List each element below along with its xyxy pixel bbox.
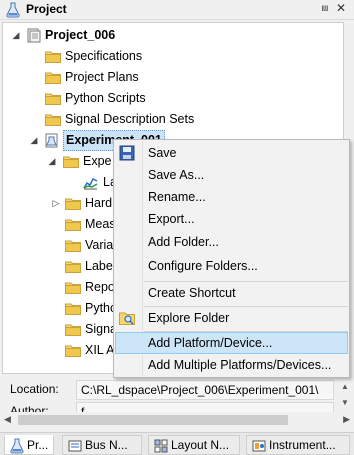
properties-scrollbar[interactable]: ▲ ▼ [338, 378, 352, 412]
tab-label: Layout N... [171, 438, 230, 452]
tab-instrument-selector[interactable]: Instrument... [246, 435, 350, 455]
folder-icon [45, 93, 61, 105]
horizontal-scrollbar[interactable]: ◀ ▶ [2, 412, 352, 428]
tree-item-label: Labe [85, 259, 113, 273]
tree-item-label: Signal Description Sets [65, 112, 195, 126]
project-document-icon [27, 28, 41, 43]
menu-item-label: Export... [148, 212, 195, 226]
menu-item-create-shortcut[interactable]: Create Shortcut [115, 282, 348, 304]
tree-item-label: Hard [85, 196, 113, 210]
tab-label: Pr... [27, 438, 49, 452]
tree-item-label: Repo [85, 280, 115, 294]
menu-item-label: Explore Folder [148, 311, 230, 325]
folder-icon [65, 324, 81, 336]
menu-item-label: Configure Folders... [148, 259, 258, 273]
scroll-left-icon[interactable]: ◀ [4, 414, 11, 425]
author-field[interactable]: f [76, 402, 334, 412]
folder-icon [45, 72, 61, 84]
menu-item-label: Add Multiple Platforms/Devices... [148, 358, 332, 372]
menu-item-label: Save [148, 146, 177, 160]
menu-item-explore-folder[interactable]: Explore Folder [115, 307, 348, 329]
location-label: Location: [10, 382, 59, 396]
menu-item-save[interactable]: Save [115, 142, 348, 164]
menu-item-rename[interactable]: Rename... [115, 186, 348, 208]
tree-item-label: Varia [85, 238, 114, 252]
bus-navigator-icon [68, 440, 82, 452]
menu-item-export[interactable]: Export... [115, 208, 348, 230]
menu-item-add-multiple-platforms-devices[interactable]: Add Multiple Platforms/Devices... [115, 354, 348, 376]
scroll-up-icon[interactable]: ▲ [341, 382, 349, 391]
tab-label: Instrument... [269, 438, 336, 452]
folder-icon [65, 282, 81, 294]
menu-item-add-platform-device[interactable]: Add Platform/Device... [115, 332, 348, 354]
menu-item-label: Rename... [148, 190, 206, 204]
tree-item-label: Expe [83, 154, 112, 168]
expand-arrow-icon[interactable]: ▷ [51, 193, 61, 214]
close-icon[interactable]: ✕ [336, 1, 346, 15]
folder-icon [65, 240, 81, 252]
folder-icon [45, 114, 61, 126]
tree-item-label: Specifications [65, 49, 143, 63]
menu-item-label: Save As... [148, 168, 205, 182]
folder-icon [45, 51, 61, 63]
project-flask-icon [10, 438, 24, 454]
scroll-down-icon[interactable]: ▼ [341, 398, 349, 407]
scrollbar-thumb[interactable] [18, 415, 288, 425]
menu-item-save-as[interactable]: Save As... [115, 164, 348, 186]
folder-icon [65, 303, 81, 315]
panel-tab-strip: Pr... Bus N... Layout N... Instrument... [0, 432, 354, 455]
scroll-right-icon[interactable]: ▶ [343, 414, 350, 425]
explore-folder-icon [119, 312, 135, 325]
folder-icon [65, 219, 81, 231]
panel-title: Project [26, 2, 67, 16]
project-flask-icon [6, 2, 20, 18]
experiment-icon [45, 133, 58, 148]
tree-item-label: Python Scripts [65, 91, 146, 105]
layout-navigator-icon [154, 439, 168, 453]
layout-chart-icon [83, 177, 98, 190]
tree-root-label: Project_006 [45, 28, 116, 42]
tab-project[interactable]: Pr... [4, 435, 54, 455]
tree-root-node[interactable]: ◢ Project_006 [3, 25, 343, 46]
location-field[interactable]: C:\RL_dspace\Project_006\Experiment_001\ [76, 380, 334, 400]
tree-item-label: Project Plans [65, 70, 139, 84]
context-menu: Save Save As... Rename... Export... Add … [113, 139, 350, 378]
menu-item-configure-folders[interactable]: Configure Folders... [115, 255, 348, 277]
tree-item-label: XIL A [85, 343, 115, 357]
floppy-disk-icon [119, 145, 135, 161]
menu-item-label: Add Folder... [148, 235, 219, 249]
pin-icon[interactable]: ⩏ [322, 2, 328, 15]
folder-icon [65, 345, 81, 357]
panel-title-bar: Project ⩏ ✕ [0, 0, 354, 20]
menu-item-label: Create Shortcut [148, 286, 236, 300]
tab-layout-navigator[interactable]: Layout N... [148, 435, 240, 455]
tab-label: Bus N... [85, 438, 128, 452]
menu-item-label: Add Platform/Device... [148, 336, 273, 350]
collapse-arrow-icon[interactable]: ◢ [11, 25, 21, 46]
collapse-arrow-icon[interactable]: ◢ [29, 130, 39, 151]
folder-icon [65, 198, 81, 210]
folder-icon [65, 261, 81, 273]
properties-panel: Location: C:\RL_dspace\Project_006\Exper… [2, 378, 352, 412]
author-label: Author: [10, 404, 49, 412]
collapse-arrow-icon[interactable]: ◢ [47, 151, 57, 172]
tab-bus-navigator[interactable]: Bus N... [62, 435, 142, 455]
folder-icon [63, 156, 79, 168]
tree-item-label: Meas [85, 217, 116, 231]
instrument-selector-icon [252, 440, 266, 452]
menu-item-add-folder[interactable]: Add Folder... [115, 231, 348, 253]
